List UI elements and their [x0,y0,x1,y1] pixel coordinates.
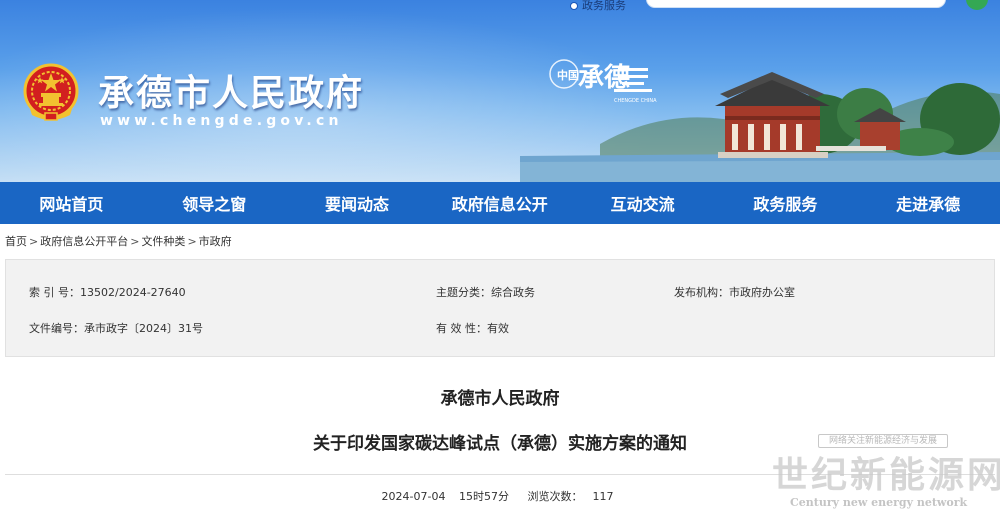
search-input[interactable] [646,0,946,8]
breadcrumb-doc-types[interactable]: 文件种类 [141,235,185,248]
site-header-banner: 政务服务 承德市人民政府 www.chengde.gov.cn 中国 承德 CH… [0,0,1000,182]
radio-dot-icon [570,2,578,10]
nav-item-home[interactable]: 网站首页 [0,182,143,224]
site-url: www.chengde.gov.cn [100,113,343,129]
breadcrumb: 首页 > 政府信息公开平台 > 文件种类 > 市政府 [5,233,232,249]
issuing-agency: 发布机构：市政府办公室 [674,284,795,300]
breadcrumb-city-gov[interactable]: 市政府 [199,235,232,248]
breadcrumb-separator: > [187,235,197,248]
issuing-agency-value: 市政府办公室 [729,286,795,299]
index-number: 索 引 号：13502/2024-27640 [29,284,186,300]
validity: 有 效 性：有效 [436,320,509,336]
nav-item-about-chengde[interactable]: 走进承德 [857,182,1000,224]
index-number-label: 索 引 号： [29,286,80,299]
nav-item-leaders[interactable]: 领导之窗 [143,182,286,224]
watermark-name: 世纪新能源网 [772,454,1000,496]
site-title[interactable]: 承德市人民政府 [98,64,364,116]
nav-item-news[interactable]: 要闻动态 [286,182,429,224]
document-number: 文件编号：承市政字〔2024〕31号 [29,320,203,336]
breadcrumb-home[interactable]: 首页 [5,235,27,248]
main-nav: 网站首页 领导之窗 要闻动态 政府信息公开 互动交流 政务服务 走进承德 [0,182,1000,224]
top-service-label: 政务服务 [582,0,626,12]
index-number-value: 13502/2024-27640 [80,286,186,299]
topic-category-label: 主题分类： [436,286,491,299]
national-emblem-icon [23,63,79,121]
issuing-agency-label: 发布机构： [674,286,729,299]
article-date: 2024-07-04 [381,490,446,503]
breadcrumb-separator: > [29,235,39,248]
nav-item-services[interactable]: 政务服务 [714,182,857,224]
document-number-value: 承市政字〔2024〕31号 [84,322,203,335]
article-views: 浏览次数： 117 [522,490,618,503]
nav-item-interaction[interactable]: 互动交流 [571,182,714,224]
watermark-english: Century new energy network [790,496,968,509]
article-org: 承德市人民政府 [440,389,560,409]
top-service-link[interactable]: 政务服务 [570,0,626,12]
topic-category: 主题分类：综合政务 [436,284,535,300]
views-label: 浏览次数： [527,490,583,503]
nav-item-gov-info[interactable]: 政府信息公开 [428,182,571,224]
views-count: 117 [592,490,614,503]
document-info-panel: 索 引 号：13502/2024-27640 主题分类：综合政务 发布机构：市政… [5,259,995,357]
topic-category-value: 综合政务 [491,286,535,299]
document-number-label: 文件编号： [29,322,84,335]
article-time: 15时57分 [458,490,509,503]
pavilion-scenery-image [520,72,1000,182]
validity-label: 有 效 性： [436,322,487,335]
breadcrumb-info-platform[interactable]: 政府信息公开平台 [40,235,128,248]
breadcrumb-separator: > [130,235,140,248]
validity-value: 有效 [487,322,509,335]
